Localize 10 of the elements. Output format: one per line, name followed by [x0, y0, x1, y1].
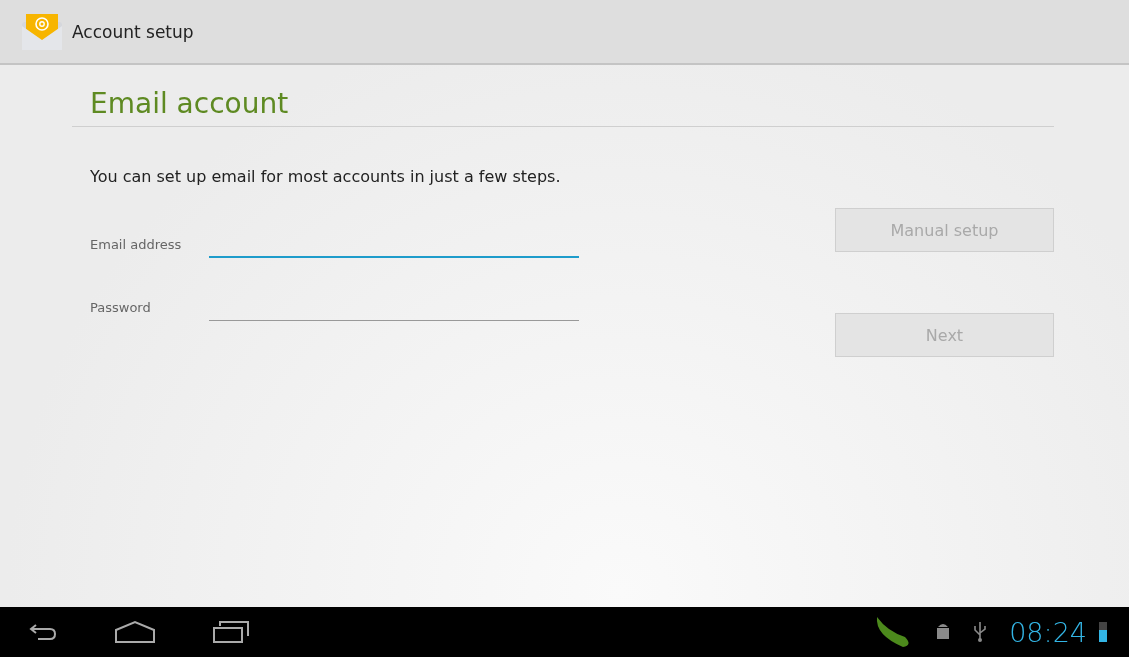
clock-time: 08:24	[1009, 616, 1087, 648]
recent-apps-icon[interactable]	[212, 620, 250, 644]
usb-icon[interactable]	[973, 621, 988, 643]
screen-title: Account setup	[72, 21, 194, 42]
intro-text: You can set up email for most accounts in just a few steps.	[90, 167, 562, 186]
back-icon[interactable]	[28, 622, 58, 642]
field-label: Password	[90, 300, 152, 317]
field-label: Email address	[90, 237, 183, 254]
section-heading: Email account	[72, 87, 1054, 127]
home-icon[interactable]	[114, 620, 156, 644]
